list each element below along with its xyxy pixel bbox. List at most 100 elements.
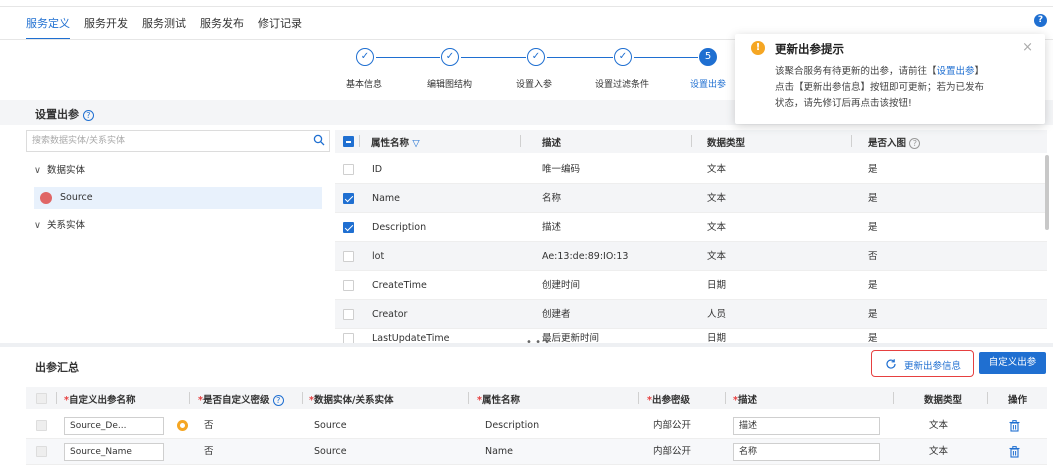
popup-line-1-suffix: 】 bbox=[974, 66, 985, 77]
trash-icon[interactable] bbox=[1009, 446, 1020, 458]
table-row[interactable]: Description 描述 文本 是 bbox=[335, 213, 1047, 242]
table-row[interactable]: CreateTime 创建时间 日期 是 bbox=[335, 271, 1047, 300]
stepper: ✓ ✓ ✓ ✓ 5 基本信息 编辑图结构 设置入参 设置过滤条件 设置出参 bbox=[340, 46, 740, 94]
attr-name-cell: ID bbox=[372, 164, 383, 175]
row-checkbox[interactable] bbox=[343, 251, 354, 262]
help-icon[interactable]: ? bbox=[1034, 14, 1047, 27]
data-type-cell: 日期 bbox=[707, 280, 727, 291]
step-4-check-icon[interactable]: ✓ bbox=[614, 48, 632, 66]
custom-output-button[interactable]: 自定义出参 bbox=[979, 352, 1046, 374]
popup-title: 更新出参提示 bbox=[775, 42, 844, 56]
desc-input[interactable]: 名称 bbox=[733, 443, 880, 461]
update-output-button[interactable]: 更新出参信息 bbox=[871, 350, 974, 377]
attr-name-cell: lot bbox=[372, 251, 385, 262]
drag-handle-icon[interactable]: • • • bbox=[526, 338, 550, 348]
attr-name-cell: Description bbox=[372, 222, 427, 233]
row-checkbox[interactable] bbox=[36, 446, 47, 457]
table-row[interactable]: lot Ae:13:de:89:IO:13 文本 否 bbox=[335, 242, 1047, 271]
entity-cell: Source bbox=[314, 420, 347, 431]
tab-revision-history[interactable]: 修订记录 bbox=[258, 18, 302, 40]
row-checkbox[interactable] bbox=[343, 333, 354, 343]
attr-table-scrollbar[interactable] bbox=[1045, 155, 1049, 230]
popup-line-1-prefix: 该聚合服务有待更新的出参，请前往【 bbox=[775, 66, 937, 77]
entity-search-input[interactable]: 搜索数据实体/关系实体 bbox=[26, 130, 330, 152]
column-separator bbox=[302, 392, 303, 404]
summary-select-all-checkbox[interactable] bbox=[36, 393, 47, 404]
filter-icon[interactable]: ▽ bbox=[412, 138, 419, 149]
popup-set-output-link[interactable]: 设置出参 bbox=[937, 66, 975, 77]
attr-table-header: 属性名称 ▽ 描述 数据类型 是否入图 ? bbox=[335, 130, 1047, 153]
main-tabs: 服务定义 服务开发 服务测试 服务发布 修订记录 bbox=[26, 18, 302, 40]
trash-icon[interactable] bbox=[1009, 420, 1020, 432]
custom-name-input[interactable]: Source_De... bbox=[64, 417, 164, 435]
attr-header-text: 属性名称 bbox=[481, 395, 520, 406]
level-cell: 内部公开 bbox=[653, 420, 692, 431]
attr-header: *属性名称 bbox=[477, 395, 520, 406]
attr-name-header: 属性名称 ▽ bbox=[371, 135, 420, 149]
step-1-check-icon[interactable]: ✓ bbox=[356, 48, 374, 66]
custom-level-help-icon[interactable]: ? bbox=[272, 395, 284, 406]
in-graph-header: 是否入图 ? bbox=[868, 135, 921, 149]
custom-name-header-text: 自定义出参名称 bbox=[68, 395, 136, 406]
entity-search-placeholder: 搜索数据实体/关系实体 bbox=[32, 136, 126, 146]
type-cell: 文本 bbox=[929, 420, 949, 431]
column-separator bbox=[520, 135, 521, 147]
in-graph-cell: 是 bbox=[868, 222, 878, 233]
step-2-check-icon[interactable]: ✓ bbox=[441, 48, 459, 66]
in-graph-cell: 否 bbox=[868, 251, 878, 262]
summary-title: 出参汇总 bbox=[35, 361, 79, 374]
table-row[interactable]: Name 名称 文本 是 bbox=[335, 184, 1047, 213]
data-type-cell: 文本 bbox=[707, 164, 727, 175]
close-icon[interactable]: × bbox=[1022, 40, 1033, 55]
summary-row[interactable]: Source_Name 否 Source Name 内部公开 名称 文本 bbox=[26, 439, 1047, 465]
row-checkbox[interactable] bbox=[343, 309, 354, 320]
desc-cell: 创建时间 bbox=[542, 280, 581, 291]
custom-name-input[interactable]: Source_Name bbox=[64, 443, 164, 461]
desc-cell: Ae:13:de:89:IO:13 bbox=[542, 251, 629, 262]
tab-service-definition[interactable]: 服务定义 bbox=[26, 18, 70, 40]
select-all-checkbox[interactable] bbox=[343, 136, 354, 147]
step-5-current[interactable]: 5 bbox=[699, 48, 717, 66]
table-row[interactable]: Creator 创建者 人员 是 bbox=[335, 300, 1047, 329]
in-graph-cell: 是 bbox=[868, 309, 878, 320]
step-connector bbox=[376, 57, 440, 58]
warning-dot bbox=[180, 423, 185, 428]
in-graph-cell: 是 bbox=[868, 164, 878, 175]
row-checkbox[interactable] bbox=[343, 222, 354, 233]
attr-name-cell: Creator bbox=[372, 309, 408, 320]
summary-row[interactable]: Source_De... 否 Source Description 内部公开 描… bbox=[26, 413, 1047, 439]
tab-service-testing[interactable]: 服务测试 bbox=[142, 18, 186, 40]
row-checkbox[interactable] bbox=[343, 193, 354, 204]
desc-cell: 描述 bbox=[542, 222, 562, 233]
step-connector bbox=[634, 57, 698, 58]
entity-cell: Source bbox=[314, 446, 347, 457]
table-row[interactable]: ID 唯一编码 文本 是 bbox=[335, 155, 1047, 184]
operation-header: 操作 bbox=[1008, 395, 1028, 406]
desc-cell: 唯一编码 bbox=[542, 164, 581, 175]
desc-input[interactable]: 描述 bbox=[733, 417, 880, 435]
table-row[interactable]: LastUpdateTime 最后更新时间 日期 是 bbox=[335, 329, 1047, 343]
row-checkbox[interactable] bbox=[343, 164, 354, 175]
is-custom-level-header-text: 是否自定义密级 bbox=[202, 395, 270, 406]
row-checkbox[interactable] bbox=[36, 420, 47, 431]
attr-name-header-text: 属性名称 bbox=[371, 138, 410, 149]
tab-service-development[interactable]: 服务开发 bbox=[84, 18, 128, 40]
row-checkbox[interactable] bbox=[343, 280, 354, 291]
set-output-title: 设置出参 ? bbox=[35, 106, 94, 122]
warning-icon[interactable] bbox=[177, 420, 188, 431]
column-separator bbox=[893, 392, 894, 404]
search-icon[interactable] bbox=[313, 134, 325, 146]
is-custom-cell: 否 bbox=[204, 446, 214, 457]
column-separator bbox=[691, 135, 692, 147]
entity-header-text: 数据实体/关系实体 bbox=[313, 395, 394, 406]
step-3-check-icon[interactable]: ✓ bbox=[527, 48, 545, 66]
desc-header: *描述 bbox=[733, 395, 757, 406]
attr-table-body: ID 唯一编码 文本 是 Name 名称 文本 是 Description 描述… bbox=[0, 155, 1053, 343]
attr-cell: Name bbox=[485, 446, 514, 457]
attr-name-cell: CreateTime bbox=[372, 280, 427, 291]
tab-service-publish[interactable]: 服务发布 bbox=[200, 18, 244, 40]
column-separator bbox=[638, 392, 639, 404]
data-type-cell: 文本 bbox=[707, 222, 727, 233]
set-output-help-icon[interactable]: ? bbox=[82, 109, 94, 121]
in-graph-help-icon[interactable]: ? bbox=[909, 138, 921, 149]
